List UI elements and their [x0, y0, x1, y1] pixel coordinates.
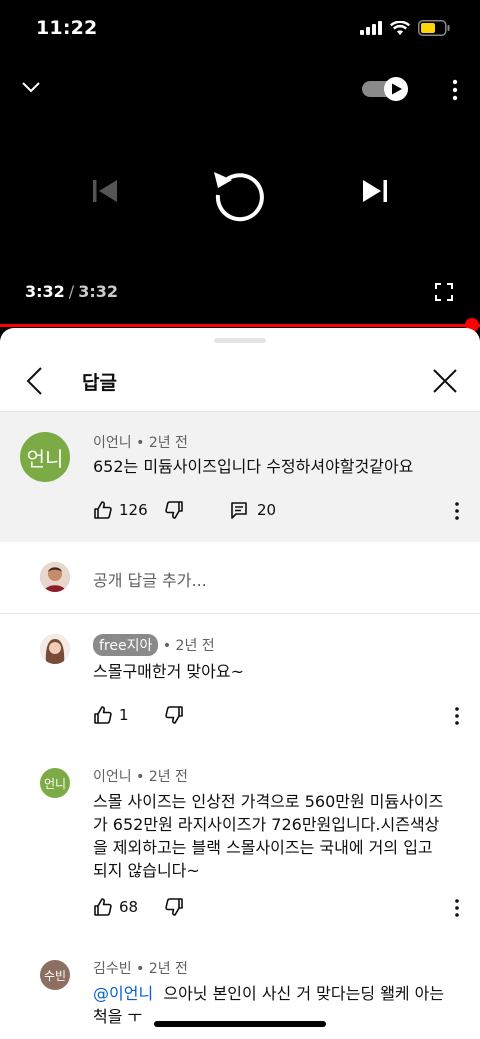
thumbs-up-icon	[94, 706, 112, 724]
comment-meta: 이언니 • 2년 전	[93, 435, 188, 451]
reply-meta: free지아 • 2년 전	[93, 634, 215, 656]
status-bar: 11:22	[0, 0, 480, 60]
current-time: 3:32	[25, 282, 65, 301]
thumbs-down-icon	[165, 898, 183, 916]
like-count: 126	[119, 501, 148, 519]
reply-comment-icon	[231, 502, 247, 519]
progress-bar[interactable]	[0, 324, 480, 327]
reply-composer[interactable]: 공개 답글 추가...	[0, 542, 480, 614]
autoplay-toggle[interactable]	[362, 76, 410, 102]
thumbs-down-icon	[165, 706, 183, 724]
reply-item: 언니 이언니 • 2년 전 스몰 사이즈는 인상전 가격으로 560만원 미듐사…	[0, 762, 480, 942]
reply-meta: 이언니 • 2년 전	[93, 769, 188, 785]
avatar-text: 언니	[43, 776, 67, 791]
replay-icon[interactable]	[210, 164, 268, 222]
dislike-button[interactable]	[164, 897, 184, 917]
status-icons	[360, 20, 450, 36]
thumbs-up-icon	[94, 501, 112, 519]
reply-age: 2년 전	[175, 638, 215, 654]
reply-count-button[interactable]: 20	[229, 500, 276, 520]
reply-text-line: 되지 않습니다~	[93, 861, 200, 880]
cellular-signal-icon	[360, 21, 382, 35]
drag-handle[interactable]	[214, 338, 266, 343]
replies-sheet: 답글 언니 이언니 • 2년 전 652는 미듐사이즈입니다 수정하셔야할것같아…	[0, 328, 480, 1039]
avatar[interactable]: 언니	[20, 432, 70, 482]
status-time: 11:22	[36, 17, 98, 39]
like-count: 1	[119, 706, 129, 724]
reply-text: 스몰 사이즈는 인상전 가격으로 560만원 미듐사이즈 가 652만원 라지사…	[93, 790, 443, 882]
close-icon[interactable]	[432, 368, 458, 394]
more-options-icon[interactable]	[447, 76, 463, 104]
total-time: 3:32	[78, 282, 118, 301]
like-button[interactable]: 126	[93, 500, 148, 520]
time-display: 3:32/3:32	[25, 282, 118, 301]
chevron-down-icon[interactable]	[20, 76, 42, 98]
more-options-icon[interactable]	[453, 898, 461, 918]
wifi-icon	[390, 20, 410, 35]
next-icon[interactable]	[360, 176, 390, 206]
reply-text: 스몰구매한거 맞아요~	[93, 662, 244, 681]
avatar-text: 수빈	[43, 968, 67, 983]
reply-author[interactable]: 김수빈	[93, 961, 132, 977]
user-avatar	[40, 562, 70, 592]
thumbs-up-icon	[94, 898, 112, 916]
comment-age: 2년 전	[148, 435, 188, 451]
home-indicator	[154, 1021, 326, 1027]
reply-author[interactable]: free지아	[93, 634, 159, 656]
avatar[interactable]: 언니	[40, 768, 70, 798]
reply-input[interactable]: 공개 답글 추가...	[93, 567, 207, 591]
reply-text-line: 을 제외하고는 블랙 스몰사이즈는 국내에 거의 입고	[93, 838, 433, 857]
reply-text-line: 으아닛 본인이 사신 거 맞다는딩 왤케 아는	[163, 984, 445, 1003]
avatar-text: 언니	[26, 446, 64, 471]
reply-author[interactable]: 이언니	[93, 769, 132, 785]
dislike-button[interactable]	[164, 500, 184, 520]
reply-age: 2년 전	[148, 961, 188, 977]
avatar[interactable]	[40, 634, 70, 664]
comment-author[interactable]: 이언니	[93, 435, 132, 451]
reply-item: free지아 • 2년 전 스몰구매한거 맞아요~ 1	[0, 628, 480, 758]
more-options-icon[interactable]	[453, 706, 461, 726]
sheet-header: 답글	[0, 350, 480, 412]
battery-icon	[418, 20, 450, 36]
avatar[interactable]: 수빈	[40, 960, 70, 990]
reply-age: 2년 전	[148, 769, 188, 785]
reply-meta: 김수빈 • 2년 전	[93, 961, 188, 977]
avatar-image	[40, 634, 70, 664]
reply-count: 20	[257, 501, 277, 519]
sheet-title: 답글	[82, 372, 117, 394]
previous-icon[interactable]	[90, 176, 120, 206]
comment-text: 652는 미듐사이즈입니다 수정하셔야할것같아요	[93, 457, 414, 476]
dislike-button[interactable]	[164, 705, 184, 725]
more-options-icon[interactable]	[453, 501, 461, 521]
like-button[interactable]: 68	[93, 897, 138, 917]
user-avatar-image	[40, 562, 70, 592]
reply-text-line: 스몰 사이즈는 인상전 가격으로 560만원 미듐사이즈	[93, 792, 444, 811]
fullscreen-icon[interactable]	[434, 282, 454, 302]
video-player[interactable]: 3:32/3:32	[0, 60, 480, 332]
like-count: 68	[119, 898, 139, 916]
like-button[interactable]: 1	[93, 705, 129, 725]
parent-comment: 언니 이언니 • 2년 전 652는 미듐사이즈입니다 수정하셔야할것같아요 1…	[0, 412, 480, 542]
reply-text-line: 가 652만원 라지사이즈가 726만원입니다.시즌색상	[93, 815, 440, 834]
thumbs-down-icon	[165, 501, 183, 519]
time-separator: /	[68, 282, 75, 301]
reply-mention[interactable]: @이언니	[93, 984, 153, 1003]
back-arrow-icon[interactable]	[22, 366, 46, 396]
